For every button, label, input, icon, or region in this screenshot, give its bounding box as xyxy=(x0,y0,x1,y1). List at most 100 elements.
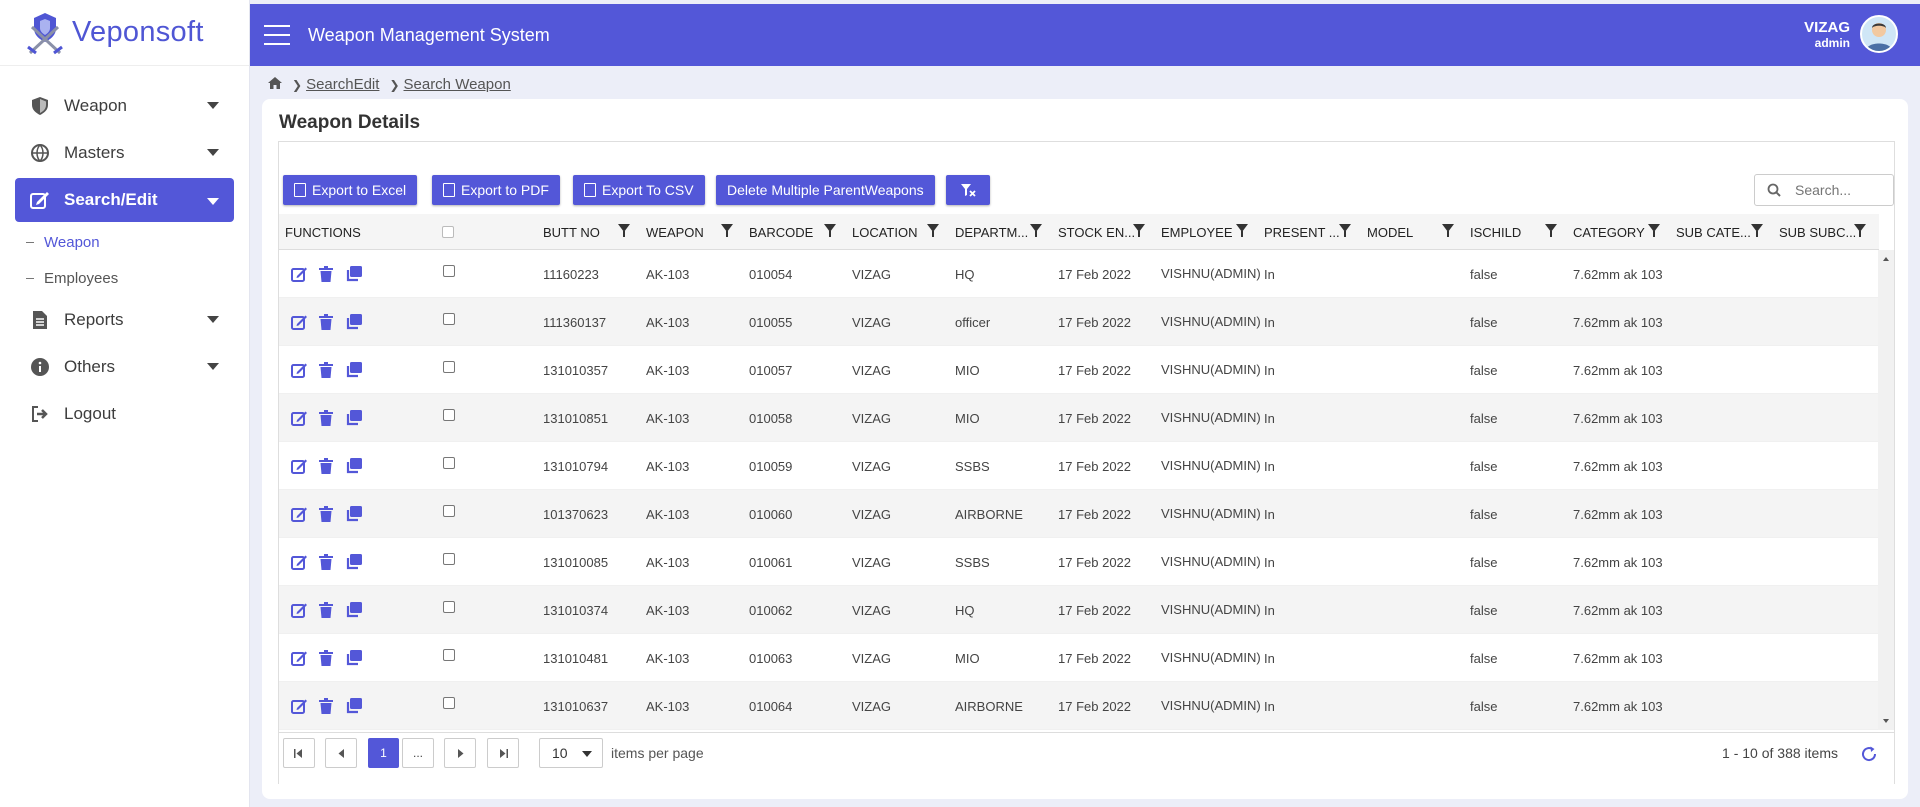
select-all-checkbox[interactable] xyxy=(442,226,454,238)
delete-icon[interactable] xyxy=(319,602,336,618)
table-row[interactable]: 131010374 AK-103 010062 VIZAG HQ 17 Feb 2022 V… xyxy=(279,586,1879,634)
previous-page-button[interactable] xyxy=(325,738,357,768)
row-checkbox[interactable] xyxy=(443,697,455,709)
table-row[interactable]: 131010481 AK-103 010063 VIZAG MIO 17 Feb 2022… xyxy=(279,634,1879,682)
table-row[interactable]: 131010637 AK-103 010064 VIZAG AIRBORNE 17 Feb… xyxy=(279,682,1879,730)
table-row[interactable]: 131010085 AK-103 010061 VIZAG SSBS 17 Feb 202… xyxy=(279,538,1879,586)
filter-icon[interactable] xyxy=(618,224,630,237)
more-pages-button[interactable]: ... xyxy=(402,738,434,768)
refresh-icon[interactable] xyxy=(1860,745,1878,763)
row-checkbox[interactable] xyxy=(443,361,455,373)
delete-icon[interactable] xyxy=(319,458,336,474)
next-page-button[interactable] xyxy=(444,738,476,768)
breadcrumb-link-searchedit[interactable]: SearchEdit xyxy=(306,76,379,93)
page-button-1[interactable]: 1 xyxy=(368,738,399,768)
page-size-select[interactable]: 10 xyxy=(539,738,603,768)
delete-multiple-button[interactable]: Delete Multiple ParentWeapons xyxy=(716,175,935,205)
sidebar-item-weapon[interactable]: Weapon xyxy=(0,82,249,129)
filter-icon[interactable] xyxy=(1545,224,1557,237)
edit-icon[interactable] xyxy=(291,314,308,330)
column-header-stock-entry[interactable]: STOCK EN... xyxy=(1058,214,1135,250)
copy-icon[interactable] xyxy=(345,650,362,666)
filter-icon[interactable] xyxy=(1236,224,1248,237)
export-csv-button[interactable]: Export To CSV xyxy=(573,175,705,205)
sidebar-item-reports[interactable]: Reports xyxy=(0,296,249,343)
filter-icon[interactable] xyxy=(721,224,733,237)
column-header-department[interactable]: DEPARTM... xyxy=(955,214,1028,250)
filter-icon[interactable] xyxy=(1751,224,1763,237)
search-input[interactable] xyxy=(1795,182,1885,198)
column-header-location[interactable]: LOCATION xyxy=(852,214,918,250)
copy-icon[interactable] xyxy=(345,410,362,426)
filter-icon[interactable] xyxy=(1854,224,1866,237)
edit-icon[interactable] xyxy=(291,458,308,474)
delete-icon[interactable] xyxy=(319,554,336,570)
table-row[interactable]: 101370623 AK-103 010060 VIZAG AIRBORNE 17 Feb… xyxy=(279,490,1879,538)
filter-icon[interactable] xyxy=(1648,224,1660,237)
copy-icon[interactable] xyxy=(345,554,362,570)
edit-icon[interactable] xyxy=(291,554,308,570)
column-header-butt-no[interactable]: BUTT NO xyxy=(543,214,600,250)
row-checkbox[interactable] xyxy=(443,601,455,613)
copy-icon[interactable] xyxy=(345,458,362,474)
vertical-scrollbar[interactable] xyxy=(1878,250,1894,730)
table-row[interactable]: 131010851 AK-103 010058 VIZAG MIO 17 Feb 2022… xyxy=(279,394,1879,442)
filter-icon[interactable] xyxy=(1133,224,1145,237)
table-row[interactable]: 11160223 AK-103 010054 VIZAG HQ 17 Feb 2022 VI… xyxy=(279,250,1879,298)
delete-icon[interactable] xyxy=(319,650,336,666)
logo[interactable]: Veponsoft xyxy=(0,0,249,66)
edit-icon[interactable] xyxy=(291,650,308,666)
delete-icon[interactable] xyxy=(319,266,336,282)
home-icon[interactable] xyxy=(268,76,282,93)
column-header-sub-subcategory[interactable]: SUB SUBC... xyxy=(1779,214,1856,250)
column-header-sub-category[interactable]: SUB CATE... xyxy=(1676,214,1751,250)
column-header-select-all[interactable] xyxy=(442,214,454,250)
sidebar-item-search-edit[interactable]: Search/Edit xyxy=(15,178,234,222)
edit-icon[interactable] xyxy=(291,506,308,522)
clear-filters-button[interactable] xyxy=(946,175,990,205)
export-excel-button[interactable]: Export to Excel xyxy=(283,175,418,205)
sidebar-subitem-employees[interactable]: Employees xyxy=(0,260,249,296)
column-header-barcode[interactable]: BARCODE xyxy=(749,214,813,250)
user-menu[interactable]: VIZAG admin xyxy=(1804,15,1898,53)
delete-icon[interactable] xyxy=(319,506,336,522)
filter-icon[interactable] xyxy=(824,224,836,237)
edit-icon[interactable] xyxy=(291,410,308,426)
delete-icon[interactable] xyxy=(319,362,336,378)
edit-icon[interactable] xyxy=(291,698,308,714)
table-row[interactable]: 111360137 AK-103 010055 VIZAG officer 17 Feb … xyxy=(279,298,1879,346)
first-page-button[interactable] xyxy=(283,738,315,768)
avatar[interactable] xyxy=(1860,15,1898,53)
sidebar-item-masters[interactable]: Masters xyxy=(0,129,249,176)
row-checkbox[interactable] xyxy=(443,265,455,277)
column-header-present[interactable]: PRESENT ... xyxy=(1264,214,1340,250)
copy-icon[interactable] xyxy=(345,314,362,330)
column-header-weapon[interactable]: WEAPON xyxy=(646,214,704,250)
column-header-ischild[interactable]: ISCHILD xyxy=(1470,214,1521,250)
row-checkbox[interactable] xyxy=(443,313,455,325)
copy-icon[interactable] xyxy=(345,698,362,714)
breadcrumb-link-search-weapon[interactable]: Search Weapon xyxy=(404,76,511,93)
sidebar-item-logout[interactable]: Logout xyxy=(0,390,249,437)
column-header-employee[interactable]: EMPLOYEE xyxy=(1161,214,1233,250)
export-pdf-button[interactable]: Export to PDF xyxy=(432,175,560,205)
hamburger-menu-icon[interactable] xyxy=(264,25,290,45)
edit-icon[interactable] xyxy=(291,266,308,282)
delete-icon[interactable] xyxy=(319,698,336,714)
filter-icon[interactable] xyxy=(1339,224,1351,237)
row-checkbox[interactable] xyxy=(443,409,455,421)
column-header-category[interactable]: CATEGORY xyxy=(1573,214,1645,250)
copy-icon[interactable] xyxy=(345,602,362,618)
copy-icon[interactable] xyxy=(345,266,362,282)
search-box[interactable] xyxy=(1754,174,1894,206)
table-row[interactable]: 131010794 AK-103 010059 VIZAG SSBS 17 Feb 202… xyxy=(279,442,1879,490)
row-checkbox[interactable] xyxy=(443,505,455,517)
sidebar-item-others[interactable]: Others xyxy=(0,343,249,390)
row-checkbox[interactable] xyxy=(443,649,455,661)
filter-icon[interactable] xyxy=(1030,224,1042,237)
filter-icon[interactable] xyxy=(927,224,939,237)
sidebar-subitem-weapon[interactable]: Weapon xyxy=(0,224,249,260)
edit-icon[interactable] xyxy=(291,602,308,618)
table-row[interactable]: 131010357 AK-103 010057 VIZAG MIO 17 Feb 2022… xyxy=(279,346,1879,394)
delete-icon[interactable] xyxy=(319,410,336,426)
